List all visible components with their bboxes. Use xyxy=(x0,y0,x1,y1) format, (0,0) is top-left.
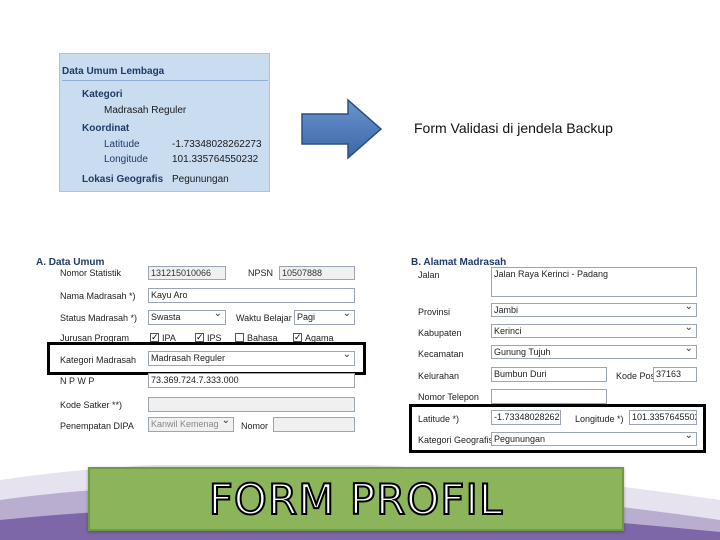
title-banner: FORM PROFIL xyxy=(88,467,624,531)
penempatan-dipa-select[interactable]: Kanwil Kemenag xyxy=(148,417,234,432)
kecamatan-label: Kecamatan xyxy=(418,349,464,359)
ipa-checkbox[interactable]: ✓ xyxy=(150,333,159,342)
title-divider xyxy=(62,80,268,81)
kode-pos-label: Kode Pos xyxy=(616,371,656,381)
jalan-label: Jalan xyxy=(418,270,440,280)
waktu-belajar-label: Waktu Belajar xyxy=(236,313,292,323)
right-arrow-icon xyxy=(301,98,383,160)
kabupaten-select[interactable]: Kerinci xyxy=(491,324,697,338)
data-umum-lembaga-panel: Data Umum Lembaga Kategori Madrasah Regu… xyxy=(59,53,270,192)
section-title: A. Data Umum xyxy=(36,257,105,268)
lokasi-geografis-label: Lokasi Geografis xyxy=(82,174,164,185)
npsn-field[interactable]: 10507888 xyxy=(279,266,355,280)
nomor-telepon-label: Nomor Telepon xyxy=(418,392,479,402)
kabupaten-label: Kabupaten xyxy=(418,328,462,338)
longitude-value: 101.335764550232 xyxy=(172,154,259,165)
nomor-telepon-field[interactable] xyxy=(491,389,607,404)
kategori-value: Madrasah Reguler xyxy=(104,105,187,116)
jalan-field[interactable]: Jalan Raya Kerinci - Padang xyxy=(491,267,697,297)
nama-madrasah-field[interactable]: Kayu Aro xyxy=(148,288,355,303)
alamat-madrasah-form: B. Alamat Madrasah Jalan Jalan Raya Keri… xyxy=(405,245,715,460)
ips-checkbox[interactable]: ✓ xyxy=(195,333,204,342)
kelurahan-label: Kelurahan xyxy=(418,371,460,381)
agama-checkbox[interactable]: ✓ xyxy=(293,333,302,342)
kategori-heading: Kategori xyxy=(82,89,123,100)
kode-pos-field[interactable]: 37163 xyxy=(653,367,697,382)
kecamatan-select[interactable]: Gunung Tujuh xyxy=(491,345,697,359)
npsn-label: NPSN xyxy=(248,268,274,278)
nomor-label: Nomor xyxy=(241,421,269,431)
nomor-statistik-label: Nomor Statistik xyxy=(60,268,122,278)
panel-title: Data Umum Lembaga xyxy=(62,66,165,77)
nomor-field[interactable] xyxy=(273,417,355,432)
nama-madrasah-label: Nama Madrasah *) xyxy=(60,291,136,301)
kelurahan-field[interactable]: Bumbun Duri xyxy=(491,367,607,382)
nomor-statistik-field[interactable]: 131215010066 xyxy=(148,266,226,280)
highlight-box xyxy=(409,404,706,453)
penempatan-dipa-label: Penempatan DIPA xyxy=(60,421,134,431)
npwp-label: N P W P xyxy=(60,376,95,386)
lokasi-geografis-value: Pegunungan xyxy=(172,174,229,185)
kode-satker-label: Kode Satker **) xyxy=(60,400,123,410)
bahasa-checkbox[interactable] xyxy=(235,333,244,342)
npwp-field[interactable]: 73.369.724.7.333.000 xyxy=(148,373,355,388)
provinsi-select[interactable]: Jambi xyxy=(491,303,697,317)
latitude-label: Latitude xyxy=(104,139,140,150)
waktu-belajar-select[interactable]: Pagi xyxy=(294,310,355,325)
koordinat-heading: Koordinat xyxy=(82,123,130,134)
status-madrasah-label: Status Madrasah *) xyxy=(60,313,138,323)
provinsi-label: Provinsi xyxy=(418,307,451,317)
data-umum-form: A. Data Umum Nomor Statistik 13121501006… xyxy=(27,245,367,465)
banner-title: FORM PROFIL xyxy=(208,474,504,525)
kode-satker-field[interactable] xyxy=(148,397,355,412)
status-madrasah-select[interactable]: Swasta xyxy=(148,310,226,325)
highlight-box xyxy=(47,342,366,375)
caption-text: Form Validasi di jendela Backup xyxy=(414,120,613,136)
latitude-value: -1.73348028262273 xyxy=(172,139,262,150)
longitude-label: Longitude xyxy=(104,154,148,165)
